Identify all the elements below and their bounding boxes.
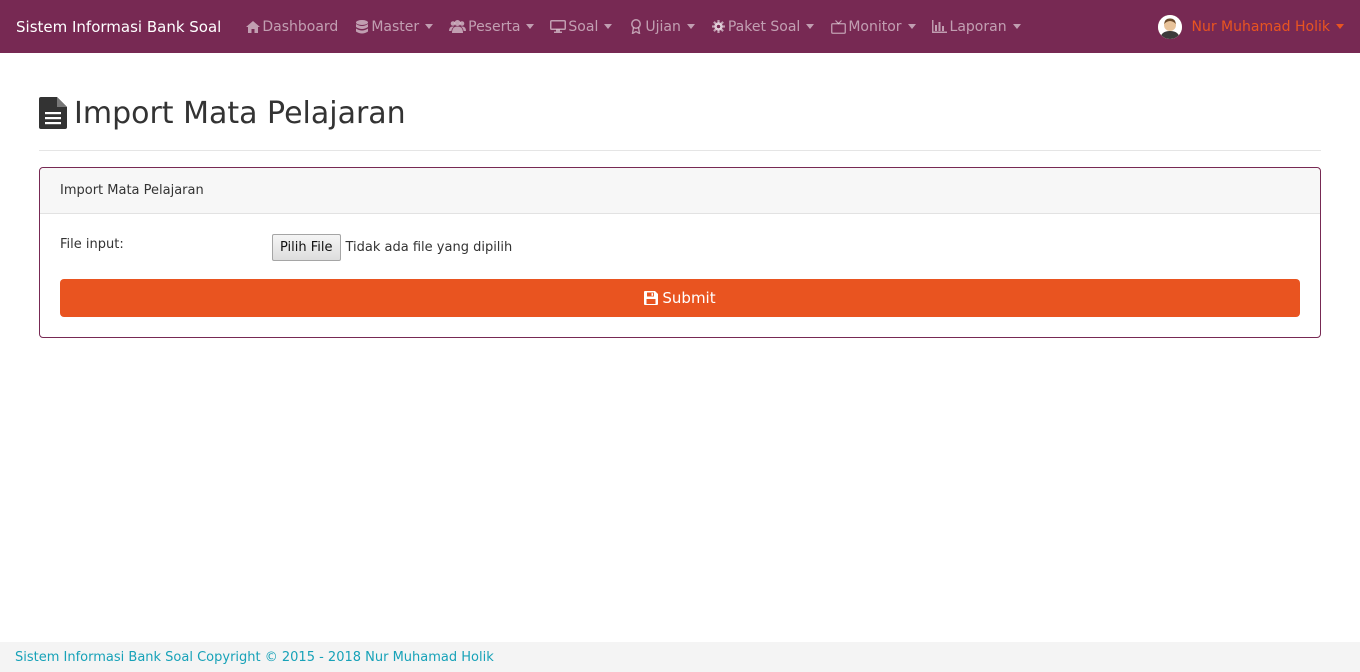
page-title-text: Import Mata Pelajaran [74,96,406,131]
nav-item-paket-soal[interactable]: Paket Soal [711,18,815,35]
nav-item-label: Paket Soal [727,18,801,35]
home-icon [245,20,260,34]
nav-item-label: Peserta [468,18,521,35]
user-name: Nur Muhamad Holik [1191,18,1331,35]
nav-item-peserta[interactable]: Peserta [449,18,535,35]
nav-item-dashboard[interactable]: Dashboard [245,19,338,35]
file-text-icon [39,96,67,131]
tv-icon [830,19,846,34]
nav-item-laporan[interactable]: Laporan [932,19,1021,35]
submit-label: Submit [662,289,716,307]
nav-item-ujian[interactable]: Ujian [628,18,695,35]
nav-item-label: Ujian [645,18,681,35]
file-status-text: Tidak ada file yang dipilih [345,240,513,255]
card-header: Import Mata Pelajaran [40,168,1320,214]
nav-item-label: Dashboard [262,18,339,35]
file-input-row: File input: Pilih File Tidak ada file ya… [60,234,1300,264]
choose-file-button[interactable]: Pilih File [272,234,341,261]
user-menu[interactable]: Nur Muhamad Holik [1157,0,1344,53]
chevron-down-icon [907,24,916,29]
users-icon [449,20,467,34]
main-nav: Dashboard Master Peserta Soal Ujian Pake… [245,0,1036,53]
title-divider [39,150,1321,151]
nav-item-label: Soal [568,18,599,35]
nav-item-label: Monitor [848,18,902,35]
file-input[interactable]: Pilih File Tidak ada file yang dipilih [272,234,512,261]
page-title: Import Mata Pelajaran [39,96,406,131]
chevron-down-icon [1336,24,1344,29]
chevron-down-icon [526,24,535,29]
desktop-icon [550,20,567,34]
footer: Sistem Informasi Bank Soal Copyright © 2… [0,642,1360,672]
chevron-down-icon [604,24,613,29]
nav-item-monitor[interactable]: Monitor [830,18,916,35]
navbar-brand[interactable]: Sistem Informasi Bank Soal [16,18,221,36]
avatar [1157,14,1182,39]
submit-button[interactable]: Submit [60,279,1300,317]
award-icon [628,19,643,34]
chevron-down-icon [806,24,815,29]
file-input-label: File input: [60,237,124,252]
chevron-down-icon [1012,24,1021,29]
nav-item-master[interactable]: Master [354,18,434,35]
chevron-down-icon [686,24,695,29]
nav-item-soal[interactable]: Soal [550,18,613,35]
chevron-down-icon [425,24,434,29]
gear-icon [711,20,726,34]
nav-item-label: Master [371,18,420,35]
bar-chart-icon [932,20,948,34]
database-icon [354,19,369,34]
footer-text[interactable]: Sistem Informasi Bank Soal Copyright © 2… [15,650,494,665]
save-icon [644,291,659,305]
nav-item-label: Laporan [949,18,1007,35]
import-card: Import Mata Pelajaran File input: Pilih … [39,167,1321,338]
top-navbar: Sistem Informasi Bank Soal Dashboard Mas… [0,0,1360,53]
